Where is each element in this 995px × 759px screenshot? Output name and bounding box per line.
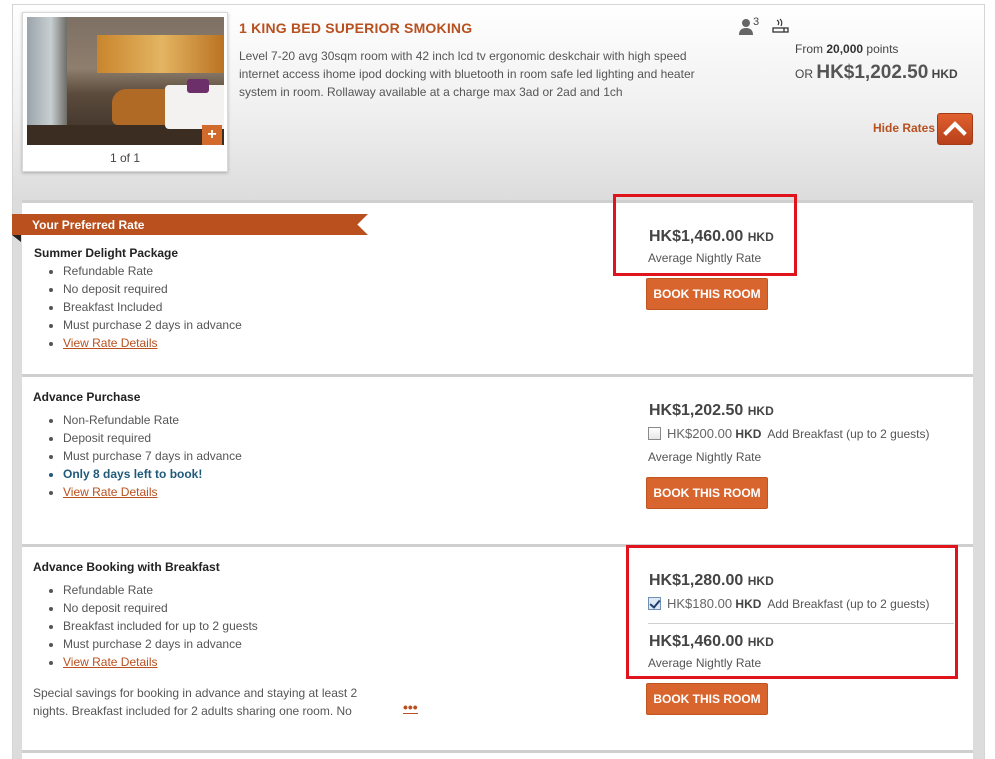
highlight-box	[613, 194, 797, 276]
hide-rates-link[interactable]: Hide Rates	[873, 121, 935, 135]
lowest-price: OR HK$1,202.50 HKD	[795, 62, 958, 83]
list-item: No deposit required	[63, 599, 258, 617]
room-photo[interactable]	[27, 17, 224, 145]
list-item: Breakfast Included	[63, 298, 242, 316]
special-offer-text: Special savings for booking in advance a…	[33, 686, 358, 718]
rate-features: Non-Refundable Rate Deposit required Mus…	[63, 411, 242, 501]
view-rate-details-link[interactable]: View Rate Details	[63, 655, 158, 669]
rate-features: Refundable Rate No deposit required Brea…	[63, 262, 242, 352]
list-item: No deposit required	[63, 280, 242, 298]
list-item: Must purchase 2 days in advance	[63, 316, 242, 334]
list-item: View Rate Details	[63, 334, 242, 352]
list-item: Refundable Rate	[63, 262, 242, 280]
hide-rates-button[interactable]	[937, 113, 973, 145]
rate-name: Summer Delight Package	[34, 246, 179, 260]
view-rate-details-link[interactable]: View Rate Details	[63, 336, 158, 350]
plus-icon[interactable]: +	[202, 125, 222, 145]
person-icon: 3	[738, 16, 762, 36]
view-rate-details-link[interactable]: View Rate Details	[63, 485, 158, 499]
add-breakfast-checkbox[interactable]	[648, 427, 661, 440]
photo-counter: 1 of 1	[109, 151, 141, 165]
preferred-rate-ribbon: Your Preferred Rate	[12, 214, 368, 242]
days-left-alert: Only 8 days left to book!	[63, 465, 242, 483]
list-item: Must purchase 7 days in advance	[63, 447, 242, 465]
points-price: From 20,000 points	[795, 42, 899, 56]
book-this-room-button[interactable]: BOOK THIS ROOM	[646, 278, 768, 310]
room-photo-card: + 1 of 1	[22, 12, 228, 172]
rate-features: Refundable Rate No deposit required Brea…	[63, 581, 258, 671]
list-item: Deposit required	[63, 429, 242, 447]
list-item: View Rate Details	[63, 653, 258, 671]
more-link[interactable]: •••	[403, 700, 418, 714]
rate-card-next	[22, 750, 973, 759]
list-item: Non-Refundable Rate	[63, 411, 242, 429]
smoking-icon	[772, 18, 790, 34]
book-this-room-button[interactable]: BOOK THIS ROOM	[646, 477, 768, 509]
add-breakfast-row: HK$200.00 HKD Add Breakfast (up to 2 gue…	[648, 426, 930, 441]
list-item: Breakfast included for up to 2 guests	[63, 617, 258, 635]
room-title: 1 KING BED SUPERIOR SMOKING	[239, 20, 473, 36]
book-this-room-button[interactable]: BOOK THIS ROOM	[646, 683, 768, 715]
highlight-box	[626, 545, 958, 679]
max-occupancy: 3	[753, 16, 760, 28]
list-item: Refundable Rate	[63, 581, 258, 599]
average-nightly-rate-label: Average Nightly Rate	[648, 450, 762, 464]
room-description: Level 7-20 avg 30sqm room with 42 inch l…	[239, 49, 695, 99]
rate-name: Advance Booking with Breakfast	[33, 560, 220, 574]
rate-price: HK$1,202.50 HKD	[649, 402, 774, 419]
list-item: Must purchase 2 days in advance	[63, 635, 258, 653]
rate-name: Advance Purchase	[33, 390, 141, 404]
chevron-up-icon	[943, 121, 967, 136]
list-item: View Rate Details	[63, 483, 242, 501]
